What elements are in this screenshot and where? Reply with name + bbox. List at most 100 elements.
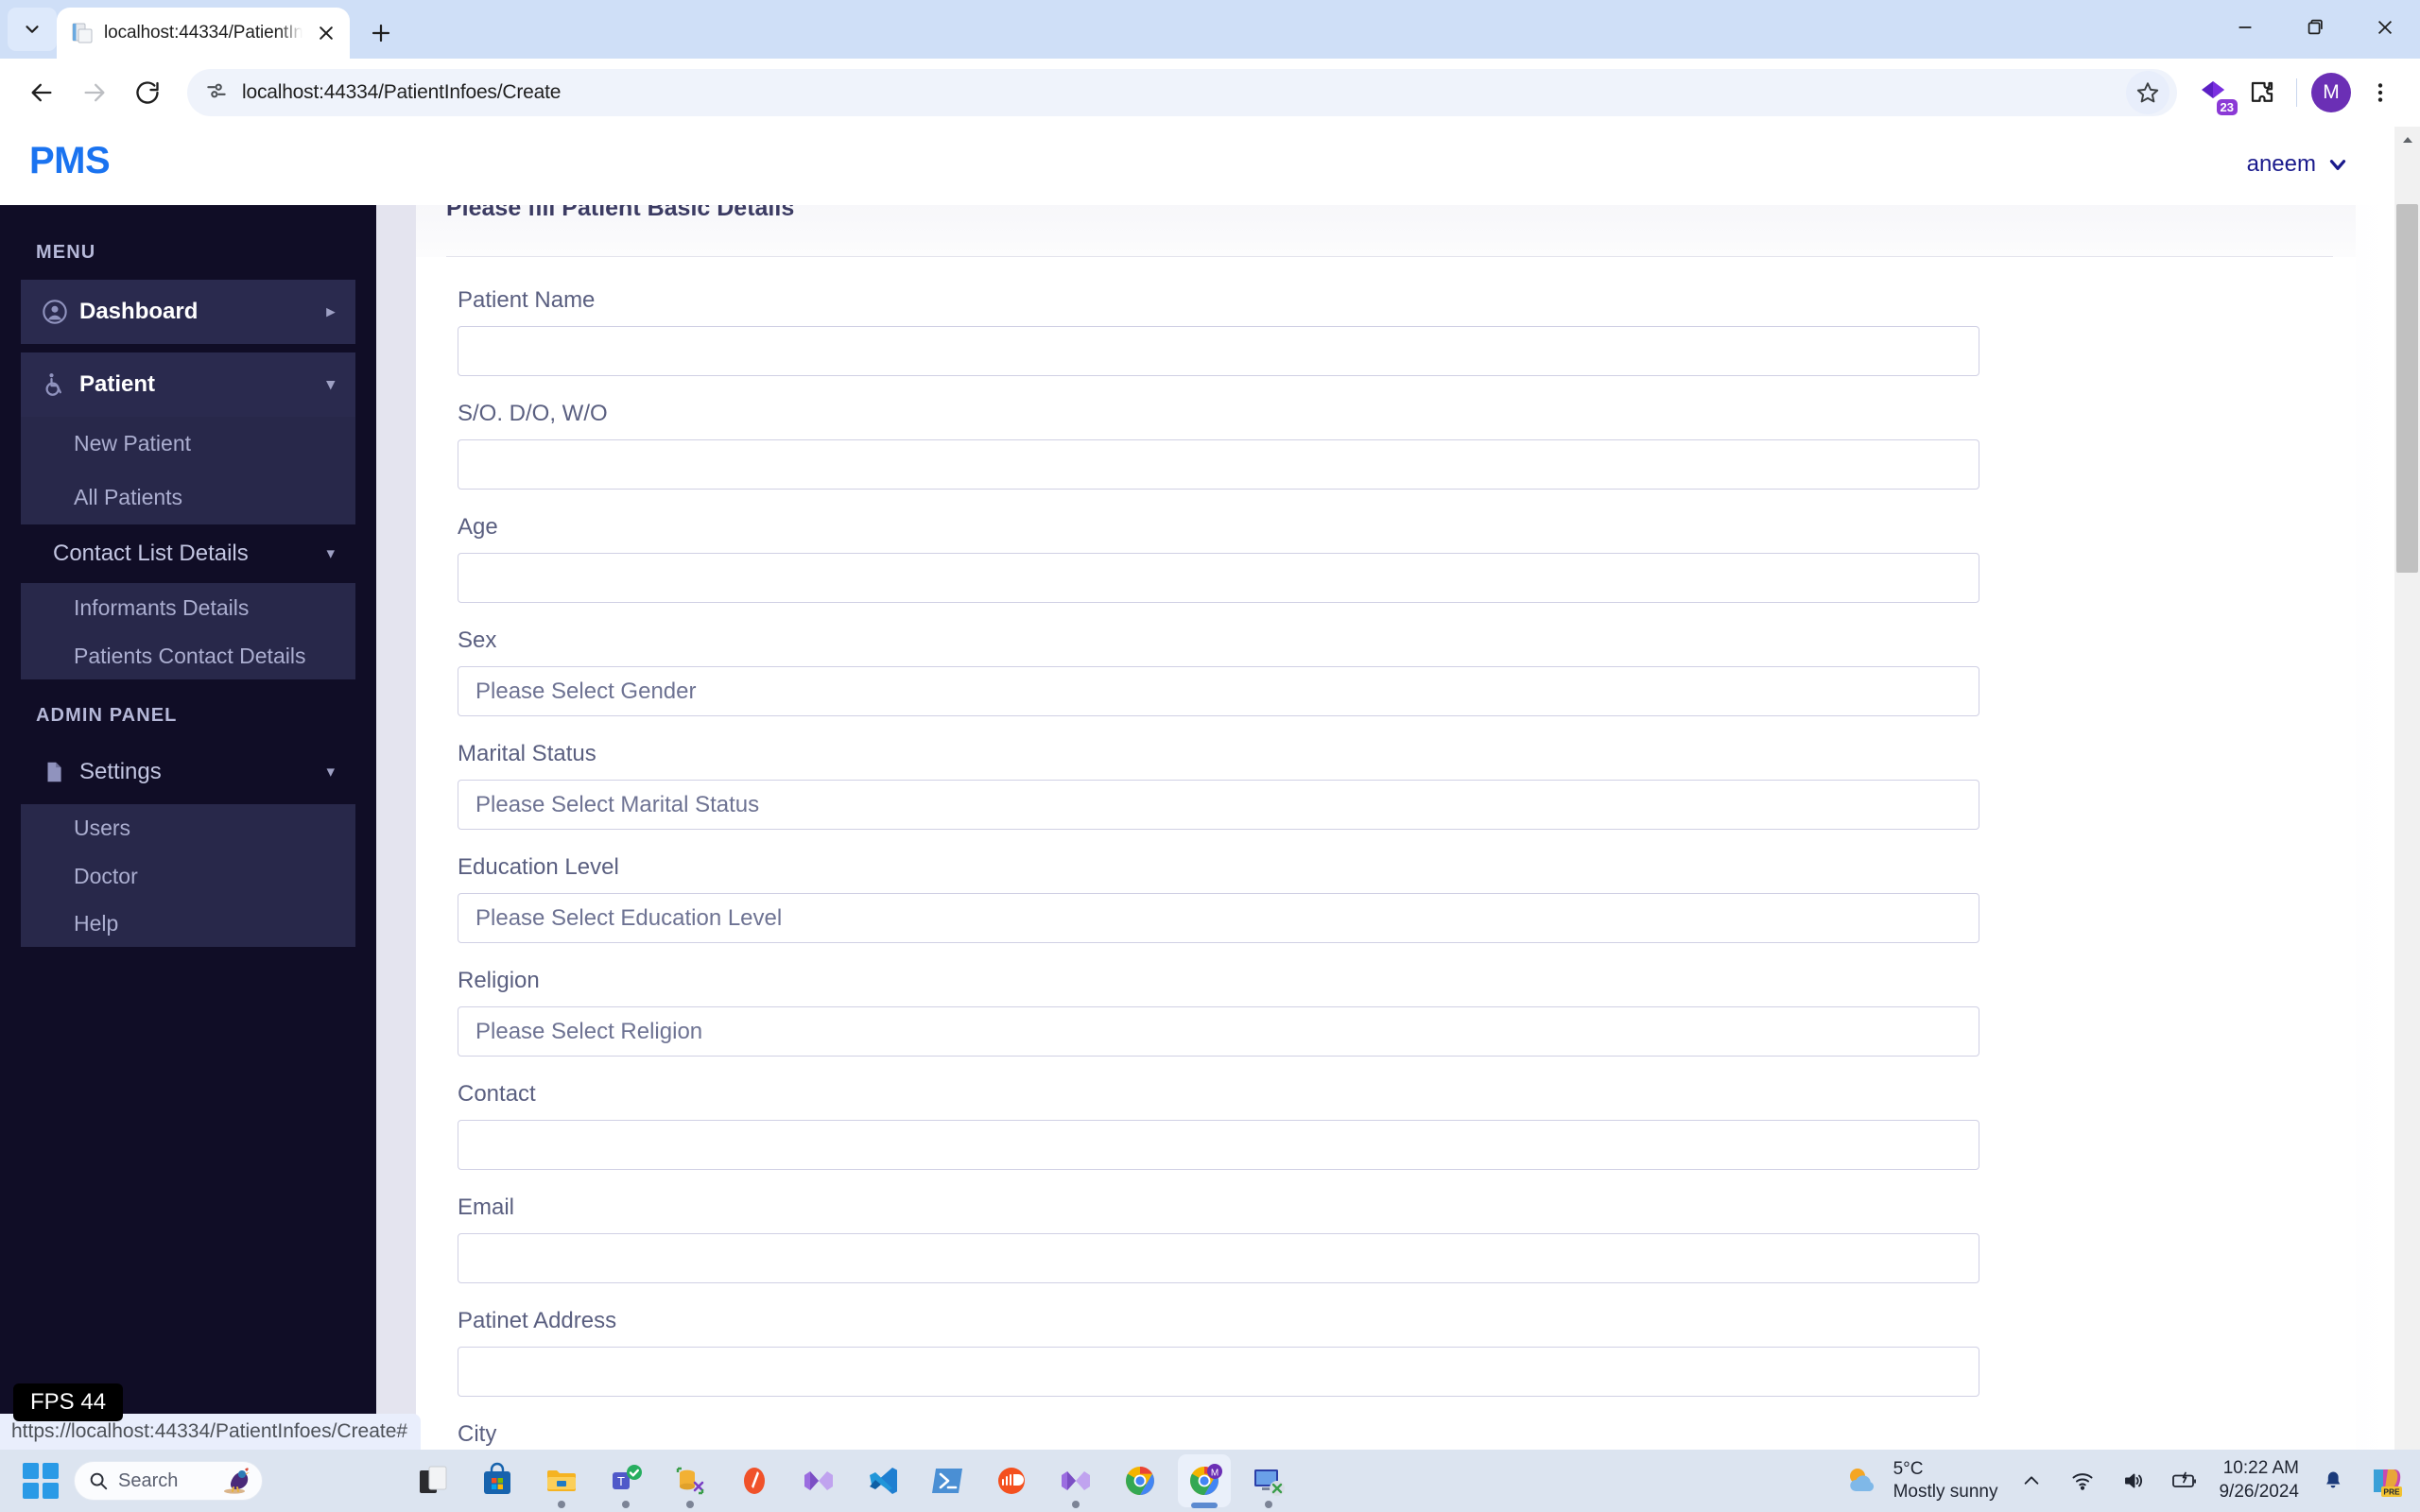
- religion-select-value: Please Select Religion: [475, 1018, 703, 1044]
- back-icon[interactable]: [15, 66, 68, 119]
- marital-status-select[interactable]: Please Select Marital Status: [458, 780, 1979, 830]
- sidebar-item-patients-contact-details-label: Patients Contact Details: [74, 643, 306, 668]
- url-text: localhost:44334/PatientInfoes/Create: [242, 81, 562, 103]
- contact-input[interactable]: [458, 1120, 1979, 1170]
- sidebar-item-informants-details[interactable]: Informants Details: [21, 583, 355, 632]
- sidebar-item-settings[interactable]: Settings ▾: [21, 740, 355, 804]
- minimize-icon[interactable]: [2210, 0, 2280, 55]
- avatar[interactable]: M: [2307, 68, 2356, 117]
- weather-text: 5°C Mostly sunny: [1893, 1458, 1998, 1503]
- age-input[interactable]: [458, 553, 1979, 603]
- tab-search-button[interactable]: [8, 8, 57, 51]
- sql-server-tools-icon[interactable]: [664, 1454, 717, 1508]
- page-scrollbar[interactable]: [2394, 127, 2420, 1450]
- patinet-address-input[interactable]: [458, 1347, 1979, 1397]
- maximize-icon[interactable]: [2280, 0, 2350, 55]
- notifications-bell-icon[interactable]: [2316, 1467, 2350, 1495]
- task-view-icon[interactable]: [406, 1454, 459, 1507]
- field-city-label: City: [458, 1421, 497, 1447]
- browser-tab[interactable]: localhost:44334/PatientInfoes/C: [57, 8, 350, 59]
- vs-code-icon[interactable]: [856, 1454, 909, 1507]
- weather-widget[interactable]: 5°C Mostly sunny: [1844, 1458, 1998, 1503]
- user-menu[interactable]: aneem: [2247, 151, 2350, 178]
- extensions-puzzle-icon[interactable]: [2238, 68, 2287, 117]
- powershell-icon[interactable]: [921, 1454, 974, 1507]
- running-indicator: [622, 1501, 630, 1508]
- extension-with-badge-icon[interactable]: 23: [2188, 68, 2238, 117]
- scrollbar-thumb[interactable]: [2396, 204, 2418, 573]
- sidebar-section-menu: MENU: [36, 242, 96, 263]
- sidebar-item-help[interactable]: Help: [21, 900, 355, 947]
- religion-select[interactable]: Please Select Religion: [458, 1006, 1979, 1057]
- taskbar-clock[interactable]: 10:22 AM 9/26/2024: [2219, 1457, 2299, 1503]
- wifi-icon[interactable]: [2066, 1467, 2100, 1495]
- close-icon[interactable]: [312, 19, 340, 47]
- file-explorer-icon[interactable]: [535, 1454, 588, 1508]
- so-do-wo-input[interactable]: [458, 439, 1979, 490]
- start-button-icon[interactable]: [23, 1463, 59, 1499]
- battery-charging-icon[interactable]: [2168, 1467, 2202, 1495]
- new-tab-button[interactable]: [361, 13, 401, 53]
- sidebar-item-patient[interactable]: Patient ▾: [21, 352, 355, 417]
- sidebar-item-contact-list-details[interactable]: Contact List Details ▾: [21, 524, 355, 583]
- clock-date: 9/26/2024: [2219, 1482, 2299, 1502]
- microsoft-teams-icon[interactable]: T: [599, 1454, 652, 1508]
- sidebar-item-all-patients[interactable]: All Patients: [21, 470, 355, 524]
- chevron-down-icon: ▾: [326, 375, 335, 393]
- address-bar[interactable]: localhost:44334/PatientInfoes/Create: [187, 69, 2177, 116]
- field-religion-label: Religion: [458, 968, 540, 993]
- sidebar-item-users[interactable]: Users: [21, 804, 355, 852]
- sidebar-item-dashboard[interactable]: Dashboard ▸: [21, 280, 355, 344]
- bookmark-star-icon[interactable]: [2126, 71, 2169, 114]
- field-patinet-address: Patinet Address: [458, 1308, 2325, 1397]
- field-education-level-label: Education Level: [458, 854, 619, 880]
- field-marital-status: Marital Status Please Select Marital Sta…: [458, 741, 2325, 830]
- sidebar-item-patient-label: Patient: [79, 371, 156, 397]
- google-chrome-profile-m-icon[interactable]: M: [1178, 1454, 1231, 1508]
- sidebar-item-new-patient[interactable]: New Patient: [21, 417, 355, 470]
- volume-icon[interactable]: [2117, 1467, 2151, 1495]
- weather-temp: 5°C: [1893, 1459, 1924, 1480]
- field-contact-label: Contact: [458, 1081, 536, 1107]
- taskbar-search-label: Search: [118, 1469, 179, 1491]
- remote-desktop-icon[interactable]: [1242, 1454, 1295, 1508]
- close-window-icon[interactable]: [2350, 0, 2420, 55]
- patient-name-input[interactable]: [458, 326, 1979, 376]
- microsoft-store-icon[interactable]: [471, 1454, 524, 1507]
- visual-studio-2-icon[interactable]: [1049, 1454, 1102, 1508]
- google-chrome-icon[interactable]: [1114, 1454, 1167, 1507]
- site-info-icon[interactable]: [204, 78, 229, 108]
- sidebar-item-patients-contact-details[interactable]: Patients Contact Details: [21, 632, 355, 679]
- paint-app-icon[interactable]: [728, 1454, 781, 1507]
- forward-icon[interactable]: [68, 66, 121, 119]
- reload-icon[interactable]: [121, 66, 174, 119]
- svg-text:T: T: [617, 1474, 625, 1488]
- field-email-label: Email: [458, 1194, 515, 1220]
- taskbar-search[interactable]: Search: [74, 1461, 263, 1501]
- show-hidden-icons-icon[interactable]: [2014, 1467, 2048, 1495]
- sex-select[interactable]: Please Select Gender: [458, 666, 1979, 716]
- chevron-right-icon: ▸: [326, 302, 335, 320]
- chrome-menu-icon[interactable]: [2356, 68, 2405, 117]
- chevron-down-icon: ▾: [326, 544, 335, 562]
- sidebar-item-doctor[interactable]: Doctor: [21, 852, 355, 900]
- soundcloud-icon[interactable]: [985, 1454, 1038, 1507]
- field-age: Age: [458, 514, 2325, 603]
- field-so-do-wo-label: S/O. D/O, W/O: [458, 401, 608, 426]
- field-patient-name: Patient Name: [458, 287, 2325, 376]
- education-level-select[interactable]: Please Select Education Level: [458, 893, 1979, 943]
- app-logo[interactable]: PMS: [29, 140, 111, 182]
- main-content: Please fill Patient Basic Details Patien…: [376, 205, 2394, 1450]
- sun-cloud-icon: [1849, 1469, 1874, 1491]
- taskbar-apps: T M: [406, 1454, 1295, 1508]
- email-input[interactable]: [458, 1233, 1979, 1283]
- copilot-preview-icon[interactable]: PRE: [2367, 1463, 2405, 1499]
- visual-studio-icon[interactable]: [792, 1454, 845, 1507]
- scroll-up-arrow-icon[interactable]: [2394, 127, 2420, 152]
